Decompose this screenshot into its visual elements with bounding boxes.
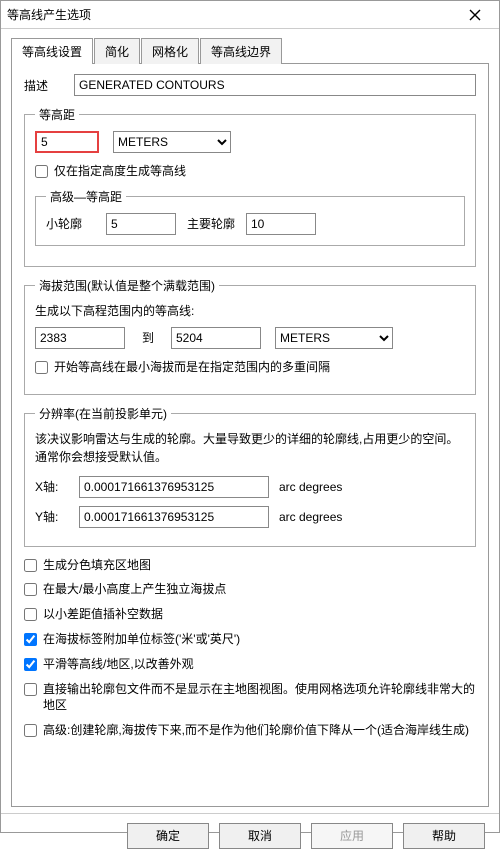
opt-peak-points-checkbox[interactable] [24, 583, 37, 596]
window-title: 等高线产生选项 [7, 6, 457, 23]
opt-color-fill-row[interactable]: 生成分色填充区地图 [24, 557, 476, 574]
opt-interpolate-checkbox[interactable] [24, 608, 37, 621]
only-heights-checkbox-row[interactable]: 仅在指定高度生成等高线 [35, 163, 465, 180]
range-unit-select[interactable]: METERS [275, 327, 393, 349]
interval-input[interactable] [35, 131, 99, 153]
button-bar: 确定 取消 应用 帮助 [1, 813, 499, 857]
tab-strip: 等高线设置 简化 网格化 等高线边界 [11, 37, 489, 63]
resolution-legend: 分辨率(在当前投影单元) [35, 405, 171, 422]
tab-simplify[interactable]: 简化 [94, 38, 140, 64]
cancel-button[interactable]: 取消 [219, 823, 301, 849]
opt-peak-points-row[interactable]: 在最大/最小高度上产生独立海拔点 [24, 581, 476, 598]
minor-input[interactable] [106, 213, 176, 235]
opt-smooth-checkbox[interactable] [24, 658, 37, 671]
opt-unit-label-checkbox[interactable] [24, 633, 37, 646]
opt-advanced-coast-row[interactable]: 高级:创建轮廓,海拔传下来,而不是作为他们轮廓价值下降从一个(适合海岸线生成) [24, 722, 476, 739]
opt-unit-label-row[interactable]: 在海拔标签附加单位标签('米'或'英尺') [24, 631, 476, 648]
close-button[interactable] [457, 4, 493, 26]
x-axis-label: X轴: [35, 478, 79, 495]
only-heights-checkbox[interactable] [35, 165, 48, 178]
tab-contour-settings[interactable]: 等高线设置 [11, 38, 93, 64]
x-axis-input[interactable] [79, 476, 269, 498]
start-at-min-row[interactable]: 开始等高线在最小海拔而是在指定范围内的多重间隔 [35, 359, 465, 376]
resolution-note: 该决议影响雷达与生成的轮廓。大量导致更少的详细的轮廓线,占用更少的空间。通常你会… [35, 430, 465, 466]
resolution-fieldset: 分辨率(在当前投影单元) 该决议影响雷达与生成的轮廓。大量导致更少的详细的轮廓线… [24, 405, 476, 547]
titlebar: 等高线产生选项 [1, 1, 499, 29]
major-input[interactable] [246, 213, 316, 235]
range-to-label: 到 [125, 329, 171, 346]
major-label: 主要轮廓 [176, 215, 246, 232]
opt-export-package-row[interactable]: 直接输出轮廓包文件而不是显示在主地图视图。使用网格选项允许轮廓线非常大的地区 [24, 681, 476, 715]
y-axis-input[interactable] [79, 506, 269, 528]
apply-button[interactable]: 应用 [311, 823, 393, 849]
range-min-input[interactable] [35, 327, 125, 349]
opt-advanced-coast-checkbox[interactable] [24, 724, 37, 737]
start-at-min-checkbox[interactable] [35, 361, 48, 374]
range-fieldset: 海拔范围(默认值是整个满载范围) 生成以下高程范围内的等高线: 到 METERS… [24, 277, 476, 395]
tab-gridding[interactable]: 网格化 [141, 38, 199, 64]
interval-legend: 等高距 [35, 106, 79, 123]
adv-interval-legend: 高级—等高距 [46, 188, 126, 205]
opt-color-fill-checkbox[interactable] [24, 559, 37, 572]
interval-fieldset: 等高距 METERS 仅在指定高度生成等高线 高级—等高距 小轮廓 主要轮廓 [24, 106, 476, 267]
close-icon [469, 9, 481, 21]
opt-export-package-checkbox[interactable] [24, 683, 37, 696]
range-max-input[interactable] [171, 327, 261, 349]
description-label: 描述 [24, 77, 74, 94]
tab-contour-bounds[interactable]: 等高线边界 [200, 38, 282, 64]
y-axis-label: Y轴: [35, 508, 79, 525]
tab-pane: 描述 等高距 METERS 仅在指定高度生成等高线 高级—等高距 小轮廓 主要轮… [11, 63, 489, 807]
opt-smooth-row[interactable]: 平滑等高线/地区,以改善外观 [24, 656, 476, 673]
minor-label: 小轮廓 [46, 215, 106, 232]
description-input[interactable] [74, 74, 476, 96]
interval-unit-select[interactable]: METERS [113, 131, 231, 153]
opt-interpolate-row[interactable]: 以小差距值插补空数据 [24, 606, 476, 623]
range-legend: 海拔范围(默认值是整个满载范围) [35, 277, 219, 294]
y-axis-unit: arc degrees [279, 510, 342, 524]
adv-interval-fieldset: 高级—等高距 小轮廓 主要轮廓 [35, 188, 465, 246]
range-subtitle: 生成以下高程范围内的等高线: [35, 302, 465, 319]
ok-button[interactable]: 确定 [127, 823, 209, 849]
help-button[interactable]: 帮助 [403, 823, 485, 849]
x-axis-unit: arc degrees [279, 480, 342, 494]
